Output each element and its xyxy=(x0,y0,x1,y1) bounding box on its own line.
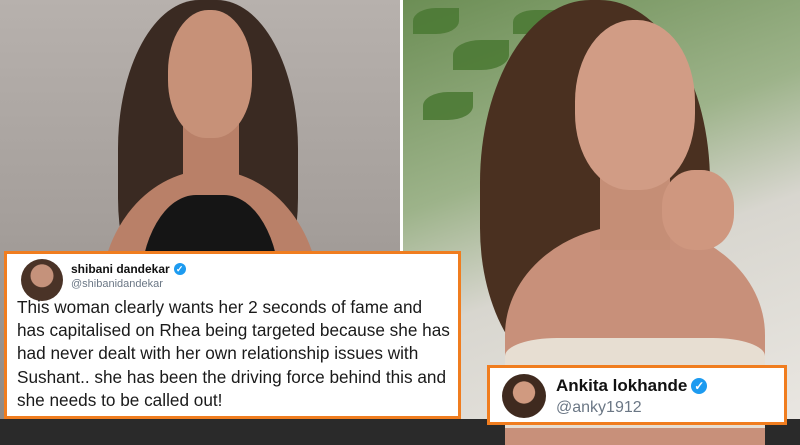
tweet-text: This woman clearly wants her 2 seconds o… xyxy=(17,296,462,412)
left-person-face xyxy=(168,10,252,138)
avatar xyxy=(21,259,63,301)
right-person-hand xyxy=(662,170,734,250)
tweet-author-name: Ankita lokhande ✓ xyxy=(556,376,708,396)
tweet-text-line: had never dealt with her own relationshi… xyxy=(17,343,419,364)
tweet-card-ankita: Ankita lokhande ✓ @anky1912 xyxy=(487,365,787,425)
right-person-face xyxy=(575,20,695,190)
avatar xyxy=(502,374,546,418)
verified-badge-icon: ✓ xyxy=(691,378,708,394)
tweet-card-shibani: shibani dandekar ✓ @shibanidandekar This… xyxy=(4,251,461,419)
tweet-text-line: she needs to be called out! xyxy=(17,389,223,410)
leaf xyxy=(423,92,473,120)
tweet-text-line: This woman clearly wants her 2 seconds o… xyxy=(17,297,423,317)
leaf xyxy=(413,8,459,34)
tweet-text-line: Sushant.. she has been the driving force… xyxy=(17,366,447,387)
verified-badge-icon: ✓ xyxy=(173,263,186,275)
tweet-author-handle: @shibanidandekar xyxy=(71,278,163,290)
tweet-text-line: has capitalised on Rhea being targeted b… xyxy=(17,320,450,341)
tweet-author-handle: @anky1912 xyxy=(556,399,642,416)
leaf xyxy=(453,40,509,70)
tweet-author-name: shibani dandekar ✓ xyxy=(71,262,186,276)
